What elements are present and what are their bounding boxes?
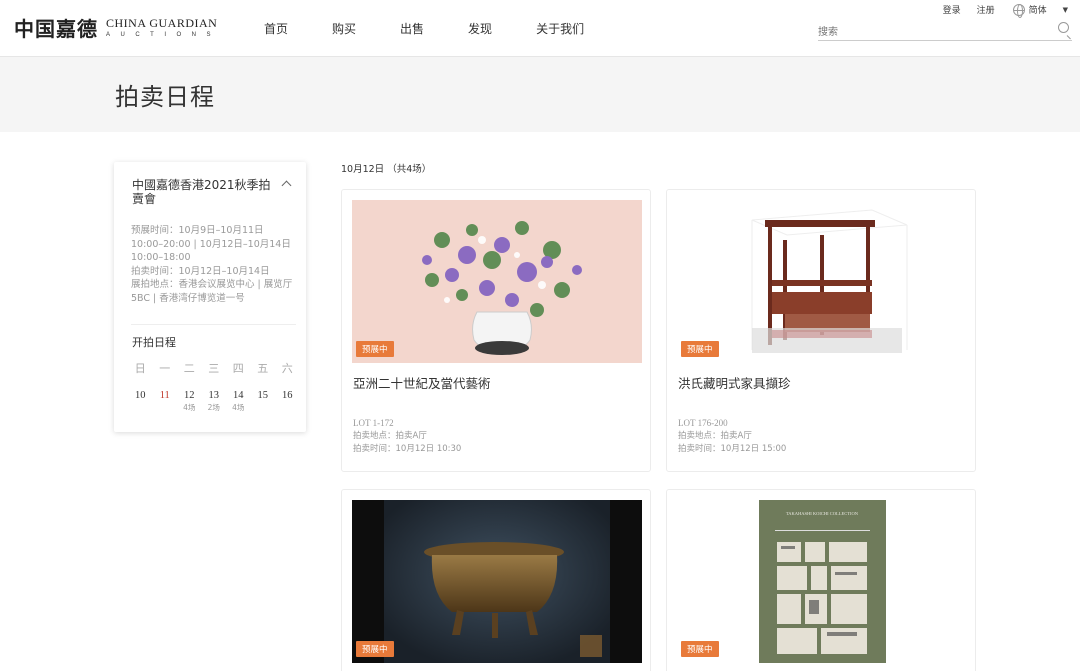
calendar-day[interactable]: 16 [275,390,300,413]
globe-icon[interactable] [1012,3,1025,18]
day-number: 10 [135,390,146,401]
auction-room: 拍卖地点：拍卖A厅 [353,431,427,441]
session-count: 4场 [232,403,245,412]
day-number: 12 [184,390,195,401]
calendar-day[interactable]: 13 2场 [202,390,227,413]
card-image[interactable]: 预展中 [352,200,642,363]
logo-english: CHINA GUARDIAN AUCTIONS [106,17,221,38]
status-badge: 预展中 [681,641,719,657]
days-row: 10 11 12 4场 13 2场 14 4场 15 16 [128,390,300,413]
calendar-day[interactable]: 14 4场 [226,390,251,413]
catalogue-cover: TAKAHASHI KOICHI COLLECTION [677,500,967,663]
divider [131,324,296,325]
session-count: 2场 [207,403,220,412]
logo[interactable]: 中国嘉德 CHINA GUARDIAN AUCTIONS [14,13,221,42]
logo-english-top: CHINA GUARDIAN [106,16,218,30]
weekday-row: 日 一 二 三 四 五 六 [128,360,300,376]
lot-range: LOT 176-200 [678,418,728,428]
caret-down-icon[interactable]: ▼ [1063,6,1068,14]
status-badge: 预展中 [356,641,394,657]
page-banner: 拍卖日程 [0,57,1080,132]
auction-card[interactable]: 预展中 [341,489,651,671]
language-selector[interactable]: 简体 [1029,3,1047,16]
main-nav: 首页 购买 出售 发现 关于我们 [264,20,628,37]
canopy-bed-photo [677,200,967,363]
session-count: 4场 [183,403,196,412]
nav-home[interactable]: 首页 [264,20,288,37]
auction-start-time: 拍卖时间：10月12日 15:00 [678,444,787,454]
status-badge: 预展中 [681,341,719,357]
calendar-day[interactable]: 10 [128,390,153,413]
auction-info: 预展时间：10月9日–10月11日 10:00–20:00 | 10月12日–1… [131,224,296,305]
nav-buy[interactable]: 购买 [332,20,356,37]
nav-sell[interactable]: 出售 [400,20,424,37]
lot-range: LOT 1-172 [353,418,394,428]
card-image[interactable]: TAKAHASHI KOICHI COLLECTION 预展中 [677,500,967,663]
card-meta: LOT 176-200 拍卖地点：拍卖A厅 拍卖时间：10月12日 15:00 [678,417,786,456]
auction-venue: 展拍地点：香港会议展览中心 | 展览厅5BC | 香港湾仔博览道一号 [131,279,293,304]
card-title[interactable]: 亞洲二十世紀及當代藝術 [353,373,491,392]
weekday-label: 三 [208,362,220,375]
calendar-day[interactable]: 12 4场 [177,390,202,413]
date-heading: 10月12日 （共4场） [341,164,432,175]
day-number: 16 [282,390,293,401]
search-box [818,20,1072,42]
nav-about[interactable]: 关于我们 [536,20,584,37]
card-image[interactable]: 预展中 [352,500,642,663]
auction-title[interactable]: 中國嘉德香港2021秋季拍賣會 [132,178,272,206]
day-number: 15 [257,390,269,401]
schedule-calendar: 日 一 二 三 四 五 六 10 11 12 4场 13 2场 14 4场 15 16 [128,360,300,413]
nav-discover[interactable]: 发现 [468,20,492,37]
calendar-day[interactable]: 15 [251,390,276,413]
chevron-up-icon[interactable] [281,180,292,191]
cover-text: TAKAHASHI KOICHI COLLECTION [786,511,859,516]
weekday-label: 一 [159,362,171,375]
card-meta: LOT 1-172 拍卖地点：拍卖A厅 拍卖时间：10月12日 10:30 [353,417,461,456]
logo-chinese: 中国嘉德 [14,17,98,41]
register-link[interactable]: 注册 [977,3,995,16]
preview-time: 预展时间：10月9日–10月11日 10:00–20:00 | 10月12日–1… [131,225,291,263]
flower-vase-painting [352,200,642,363]
search-input[interactable] [818,23,1038,42]
logo-english-bottom: AUCTIONS [106,32,222,38]
auction-start-time: 拍卖时间：10月12日 10:30 [353,444,462,454]
card-title[interactable]: 洪氏藏明式家具擷珍 [678,373,791,392]
weekday-label: 六 [281,362,293,375]
calendar-day-today[interactable]: 11 [153,390,178,413]
weekday-label: 四 [232,362,244,375]
auction-time: 拍卖时间：10月12日–10月14日 [131,265,270,277]
card-image[interactable]: 预展中 [677,200,967,363]
site-header: 中国嘉德 CHINA GUARDIAN AUCTIONS 首页 购买 出售 发现… [0,0,1080,57]
login-link[interactable]: 登录 [943,3,961,16]
search-icon[interactable] [1058,22,1069,33]
auction-room: 拍卖地点：拍卖A厅 [678,431,752,441]
auction-card[interactable]: 预展中 洪氏藏明式家具擷珍 LOT 176-200 拍卖地点：拍卖A厅 拍卖时间… [666,189,976,472]
weekday-label: 日 [134,362,146,375]
schedule-title: 开拍日程 [132,336,176,349]
day-number: 14 [233,390,244,401]
utility-links: 登录 注册 简体 ▼ [927,3,1068,18]
page-title: 拍卖日程 [115,83,215,111]
bronze-censer-photo [352,500,642,663]
day-number: 13 [208,390,220,401]
weekday-label: 五 [257,362,269,375]
auction-card[interactable]: 预展中 亞洲二十世紀及當代藝術 LOT 1-172 拍卖地点：拍卖A厅 拍卖时间… [341,189,651,472]
weekday-label: 二 [183,362,195,375]
auction-sidebar: 中國嘉德香港2021秋季拍賣會 预展时间：10月9日–10月11日 10:00–… [114,162,306,432]
status-badge: 预展中 [356,341,394,357]
auction-card[interactable]: TAKAHASHI KOICHI COLLECTION 预展中 [666,489,976,671]
day-number: 11 [159,390,170,401]
